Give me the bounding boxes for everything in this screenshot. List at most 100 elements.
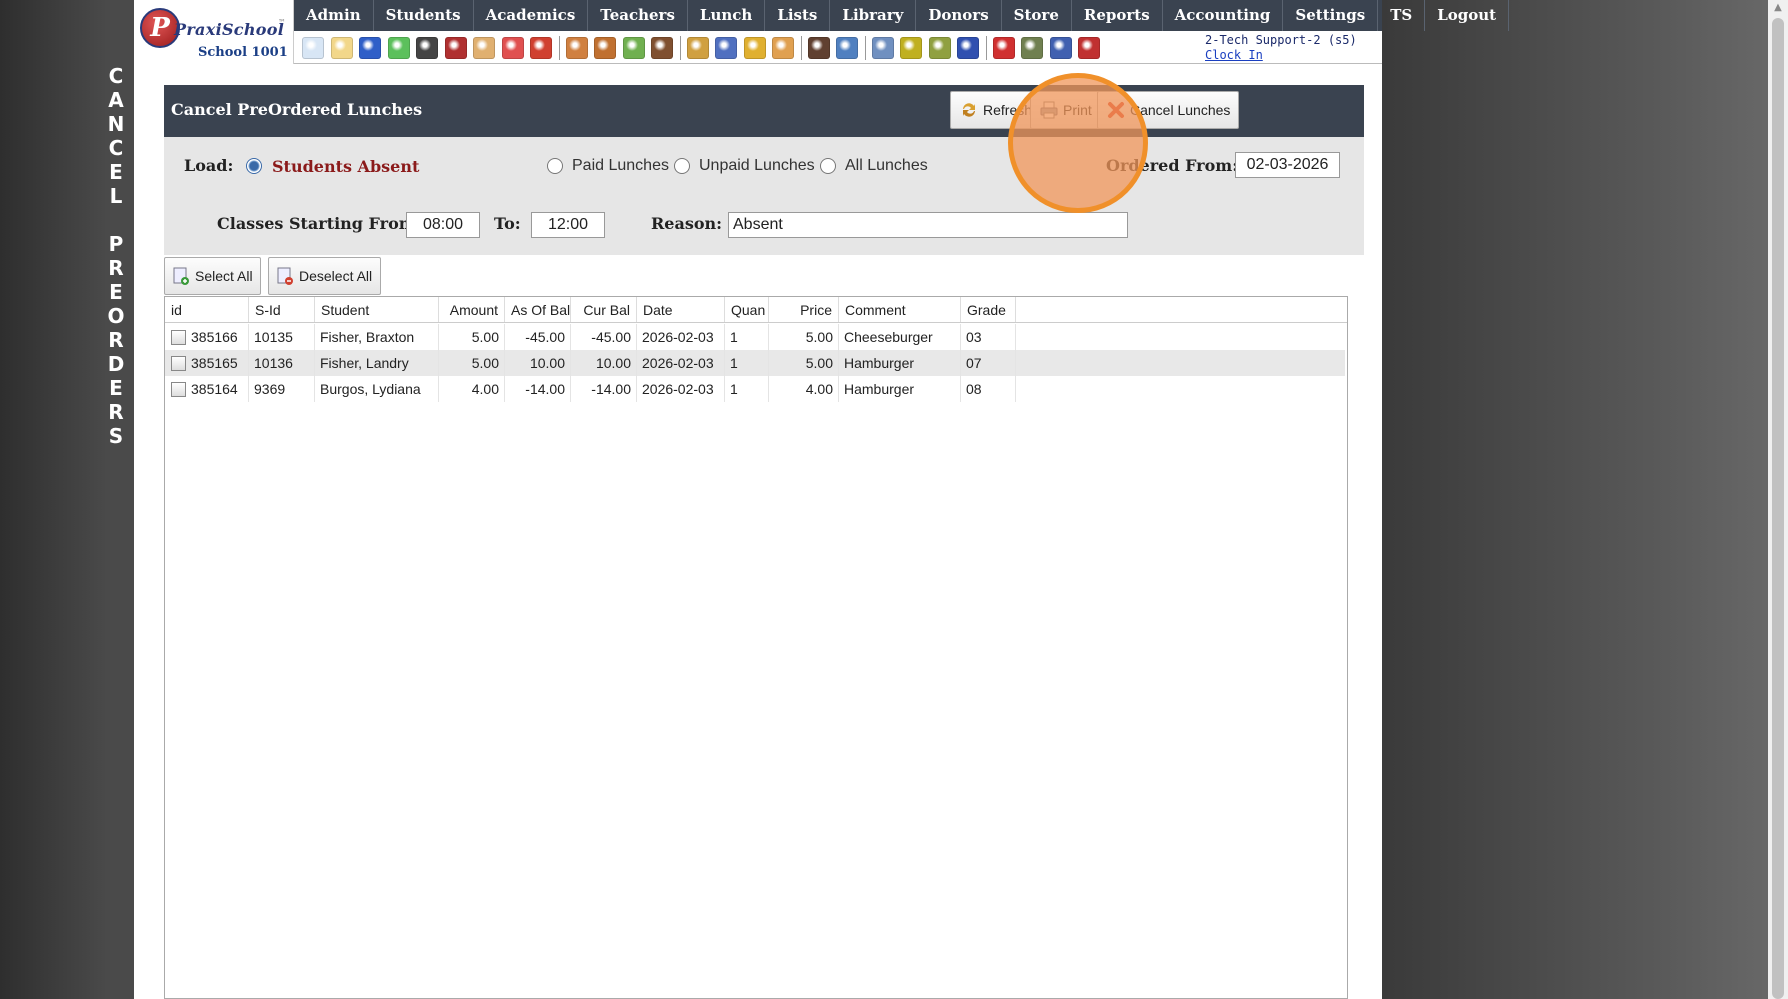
book-icon[interactable] (715, 36, 737, 59)
radio-label-unpaid-lunches[interactable]: Unpaid Lunches (699, 157, 815, 175)
user-admin-icon[interactable] (807, 36, 830, 59)
row-checkbox[interactable] (171, 356, 186, 371)
menu-lunch[interactable]: Lunch (688, 0, 766, 31)
table-cell: 08 (961, 376, 1016, 402)
table-cell: 5.00 (769, 350, 839, 376)
vertical-title-letter: N (107, 112, 125, 136)
radio-label-students-absent[interactable]: Students Absent (272, 157, 419, 176)
column-header[interactable]: S-Id (249, 297, 315, 322)
cash-register-icon[interactable] (1021, 36, 1043, 59)
menu-donors[interactable]: Donors (916, 0, 1002, 31)
row-checkbox[interactable] (171, 382, 186, 397)
table-cell: Hamburger (839, 350, 961, 376)
menu-ts[interactable]: TS (1378, 0, 1426, 31)
radio-paid-lunches[interactable] (547, 158, 563, 174)
refresh-button[interactable]: Refresh (950, 91, 1042, 129)
radio-label-paid-lunches[interactable]: Paid Lunches (572, 157, 669, 175)
clock-icon[interactable] (836, 36, 858, 59)
form-icon[interactable] (473, 36, 495, 59)
menu-library[interactable]: Library (830, 0, 917, 31)
radio-students-absent[interactable] (246, 158, 262, 174)
speaker-icon[interactable] (444, 36, 467, 59)
classes-from-input[interactable]: 08:00 (406, 212, 480, 238)
pdf-icon[interactable] (992, 36, 1015, 59)
print-button[interactable]: Print (1030, 91, 1101, 129)
table-cell: Burgos, Lydiana (315, 376, 439, 402)
help-icon[interactable] (1049, 36, 1072, 59)
menu-store[interactable]: Store (1002, 0, 1072, 31)
megaphone-icon[interactable] (530, 36, 552, 59)
menu-students[interactable]: Students (374, 0, 474, 31)
table-cell: 10135 (249, 324, 315, 350)
menu-academics[interactable]: Academics (474, 0, 589, 31)
column-header[interactable]: Cur Bal (571, 297, 637, 322)
column-header[interactable]: Date (637, 297, 725, 322)
menu-logout[interactable]: Logout (1425, 0, 1510, 31)
deselect-all-button[interactable]: Deselect All (268, 257, 381, 295)
load-label: Load: (184, 156, 234, 175)
at-sign-icon[interactable] (359, 36, 381, 59)
toolbar-separator (679, 35, 681, 60)
column-header[interactable]: Quan (725, 297, 769, 322)
menu-lists[interactable]: Lists (765, 0, 831, 31)
burger-icon[interactable] (686, 36, 709, 59)
menu-accounting[interactable]: Accounting (1163, 0, 1284, 31)
cancel-x-icon (1108, 102, 1124, 118)
menu-reports[interactable]: Reports (1072, 0, 1163, 31)
cart-icon[interactable] (772, 36, 794, 59)
vertical-title-letter: R (108, 256, 124, 280)
money-icon[interactable] (622, 36, 645, 59)
select-all-button[interactable]: Select All (164, 257, 261, 295)
vertical-title-letter: E (109, 280, 123, 304)
scroll-up-icon[interactable]: ▲ (1772, 2, 1784, 14)
column-header[interactable]: id (165, 297, 249, 322)
column-header[interactable]: Comment (839, 297, 961, 322)
table-row[interactable]: 385165 10136 Fisher, Landry 5.00 10.00 10.00 2… (165, 350, 1345, 376)
cancel-lunches-button[interactable]: Cancel Lunches (1097, 91, 1240, 129)
vertical-title-letter: E (109, 160, 123, 184)
ap-icon[interactable] (957, 36, 979, 59)
column-header[interactable]: Grade (961, 297, 1016, 322)
menu-teachers[interactable]: Teachers (588, 0, 688, 31)
classes-from-label: Classes Starting From: (217, 214, 422, 233)
spreadsheet-icon[interactable] (871, 36, 894, 59)
user-info: 2-Tech Support-2 (s5) Clock In (1205, 33, 1357, 63)
select-all-label: Select All (195, 268, 253, 284)
column-header[interactable]: Student (315, 297, 439, 322)
person-icon[interactable] (565, 36, 588, 59)
tag-icon[interactable] (743, 36, 766, 59)
printer-money-icon[interactable] (928, 36, 951, 59)
ordered-from-input[interactable]: 02-03-2026 (1235, 152, 1340, 178)
to-input[interactable]: 12:00 (531, 212, 605, 238)
card-icon[interactable] (900, 36, 922, 59)
vertical-title-letter: R (108, 328, 124, 352)
calendar-icon[interactable] (501, 36, 524, 59)
menu-settings[interactable]: Settings (1283, 0, 1379, 31)
radio-all-lunches[interactable] (820, 158, 836, 174)
phone-icon[interactable] (416, 36, 438, 59)
radio-unpaid-lunches[interactable] (674, 158, 690, 174)
chat-icon[interactable] (387, 36, 410, 59)
logo[interactable]: P PraxiSchool ™ School 1001 (134, 0, 294, 64)
vertical-title-letter: O (107, 304, 125, 328)
power-icon[interactable] (1078, 36, 1100, 59)
reason-input[interactable]: Absent (728, 212, 1128, 238)
column-header[interactable]: Price (769, 297, 839, 322)
grid-icon[interactable] (330, 36, 353, 59)
column-header[interactable]: As Of Bal (505, 297, 571, 322)
lunch-orders-table: id S-Id Student Amount As Of Bal Cur Bal Date Q… (164, 296, 1348, 999)
table-cell: 385164 (165, 376, 249, 402)
person-alt-icon[interactable] (594, 36, 616, 59)
menu-admin[interactable]: Admin (294, 0, 374, 31)
people-icon[interactable] (651, 36, 673, 59)
table-cell: Cheeseburger (839, 324, 961, 350)
radio-label-all-lunches[interactable]: All Lunches (845, 157, 928, 175)
vertical-title-letter: E (109, 376, 123, 400)
table-row[interactable]: 385166 10135 Fisher, Braxton 5.00 -45.00 -45.… (165, 324, 1345, 350)
clock-in-link[interactable]: Clock In (1205, 48, 1357, 63)
scroll-thumb[interactable] (1772, 18, 1784, 999)
column-header[interactable]: Amount (439, 297, 505, 322)
row-checkbox[interactable] (171, 330, 186, 345)
table-row[interactable]: 385164 9369 Burgos, Lydiana 4.00 -14.00 -14.0… (165, 376, 1345, 402)
search-icon[interactable] (302, 36, 324, 59)
